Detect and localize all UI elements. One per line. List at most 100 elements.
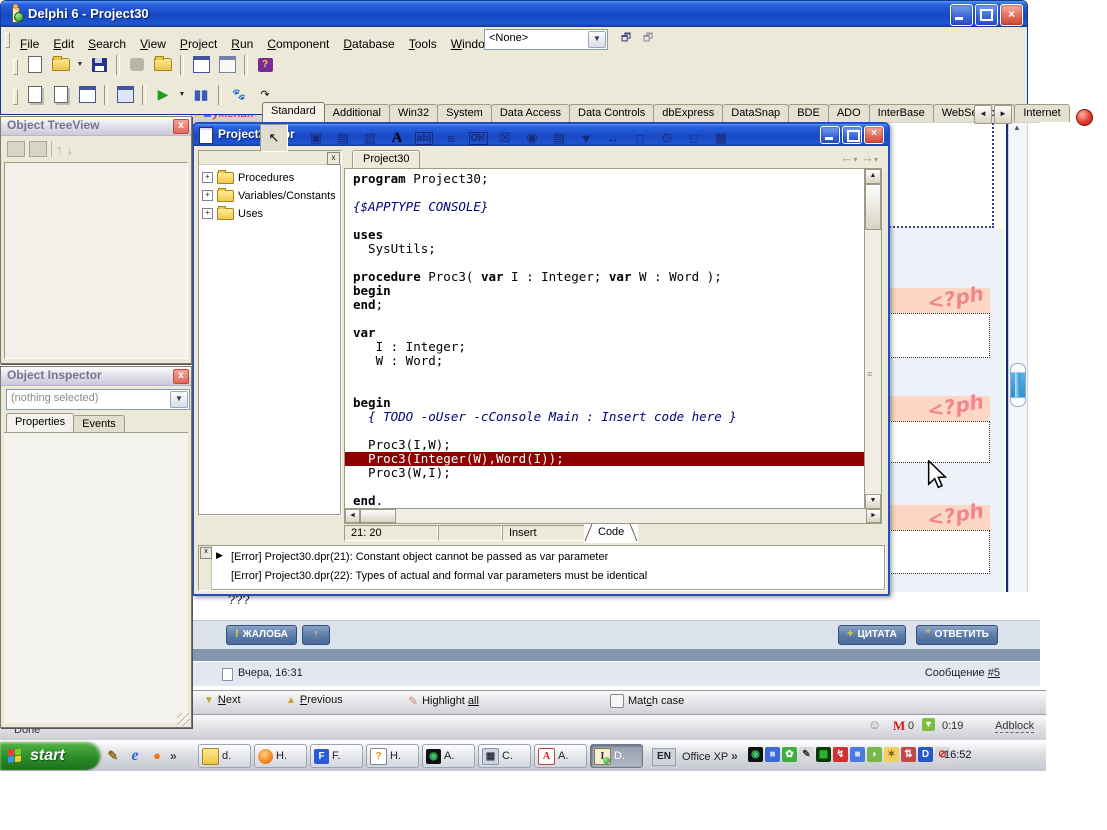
taskbar-button-eye[interactable]: ◉A. [422,744,475,768]
expand-plus-icon[interactable]: + [202,190,213,201]
view-unit-button[interactable] [23,83,47,106]
chevron-down-icon[interactable]: ▼ [170,391,188,408]
button-component-icon[interactable]: OK [465,125,491,151]
new-file-button[interactable] [23,53,47,76]
code-line-14[interactable]: W : Word; [353,354,865,368]
download-icon[interactable]: ▼ [922,718,935,731]
palette-tab-system[interactable]: System [437,104,492,122]
minimize-button[interactable] [950,4,973,26]
main-menu-component-icon[interactable]: ▤ [330,125,356,151]
expand-plus-icon[interactable]: + [202,208,213,219]
checkbox-icon[interactable] [610,694,624,708]
taskbar-button-firefox[interactable]: H. [254,744,307,768]
save-button[interactable] [87,53,111,76]
code-editor[interactable]: program Project30; {$APPTYPE CONSOLE} us… [344,168,865,510]
combo-box-component-icon[interactable]: ▼ [573,125,599,151]
code-line-2[interactable] [353,186,865,200]
set-debug-desktop-button[interactable]: 🗗 [638,29,658,48]
scrollbar-thumb[interactable] [865,184,881,230]
ie-icon[interactable]: e [126,747,144,765]
code-line-12[interactable]: var [353,326,865,340]
remove-from-project-button[interactable] [215,53,239,76]
palette-tab-win32[interactable]: Win32 [389,104,438,122]
edit-component-icon[interactable]: ab| [411,125,437,151]
palette-tab-ado[interactable]: ADO [828,104,870,122]
toggle-form-unit-button[interactable] [75,83,99,106]
group-box-component-icon[interactable]: □ [627,125,653,151]
frames-component-icon[interactable]: ▣ [303,125,329,151]
find-previous-button[interactable]: ▲Previous [286,694,343,706]
object-selector-combo[interactable]: (nothing selected) ▼ [6,389,190,410]
inspector-grid-area[interactable] [4,432,188,723]
language-indicator[interactable]: EN [652,748,676,766]
palette-tab-bde[interactable]: BDE [788,104,829,122]
checkbox-component-icon[interactable]: ☒ [492,125,518,151]
view-form-button[interactable] [49,83,73,106]
code-line-6[interactable]: SysUtils; [353,242,865,256]
nvidia-icon[interactable]: ◗ [867,747,882,762]
taskbar-button-fc[interactable]: FF. [310,744,363,768]
adblock-button[interactable]: Adblock [995,720,1034,733]
network-icon[interactable]: ■ [765,747,780,762]
move-down-icon[interactable]: ↓ [67,142,74,157]
network2-icon[interactable]: ■ [850,747,865,762]
code-line-11[interactable] [353,312,865,326]
close-button[interactable]: × [1000,4,1023,26]
quote-button[interactable]: +ЦИТАТА [838,625,906,645]
smiley-icon[interactable]: ☺ [868,717,881,732]
save-desktop-button[interactable]: 🗗 [616,29,636,48]
icq-flower-icon[interactable]: ✿ [782,747,797,762]
code-line-10[interactable]: end; [353,298,865,312]
object-treeview-titlebar[interactable]: Object TreeView x [1,117,191,136]
highlight-all-button[interactable]: ✎Highlight all [408,694,479,708]
help-contents-button[interactable]: ? [253,53,277,76]
code-line-17[interactable]: begin [353,396,865,410]
close-icon[interactable]: x [173,369,189,384]
error-message[interactable]: [Error] Project30.dpr(22): Types of actu… [231,567,647,585]
palette-scroll-right-icon[interactable]: ► [994,105,1012,124]
close-icon[interactable]: x [200,547,212,559]
open-dropdown-icon[interactable]: ▼ [75,53,85,76]
gmail-icon[interactable]: M [893,718,905,734]
firefox-icon[interactable]: ● [148,747,166,765]
start-button[interactable]: start [0,742,100,770]
toolbar-grip[interactable] [5,32,10,48]
toolbar-grip[interactable] [13,89,18,105]
taskbar-button-acrobat[interactable]: AA. [534,744,587,768]
palette-tab-standard[interactable]: Standard [262,102,325,122]
office-toolbar[interactable]: Office XP » [682,749,738,763]
code-view-tab[interactable]: Code [584,524,638,543]
code-line-21[interactable]: Proc3(Integer(W),Word(I)); [345,452,865,466]
match-case-checkbox[interactable]: Match case [610,694,684,708]
palette-tab-dbexpress[interactable]: dbExpress [653,104,723,122]
popup-menu-component-icon[interactable]: ▥ [357,125,383,151]
updown-arrows-icon[interactable]: ⇅ [901,747,916,762]
tree-item-variables-constants[interactable]: +Variables/Constants [202,187,336,204]
trace-into-button[interactable]: 🐾 [227,83,251,106]
code-line-4[interactable] [353,214,865,228]
run-button[interactable]: ▶ [151,83,175,106]
notes-icon[interactable]: ✎ [799,747,814,762]
code-line-24[interactable]: end. [353,494,865,508]
code-line-23[interactable] [353,480,865,494]
scrollbar-thumb[interactable] [360,509,396,523]
scrollbar-thumb[interactable] [1010,363,1026,407]
palette-tab-internet[interactable]: Internet [1014,104,1069,122]
tree-item-procedures[interactable]: +Procedures [202,169,294,186]
toolbar-grip[interactable] [13,59,18,75]
find-next-button[interactable]: ▼Next [204,694,241,706]
label-component-icon[interactable]: A [384,125,410,151]
radio-button-component-icon[interactable]: ◉ [519,125,545,151]
run-dropdown-icon[interactable]: ▼ [177,83,187,106]
code-line-18[interactable]: { TODO -oUser -cConsole Main : Insert co… [353,410,865,424]
code-line-13[interactable]: I : Integer; [353,340,865,354]
save-all-button[interactable] [125,53,149,76]
desktop-layout-combo[interactable]: <None> ▼ [484,29,608,50]
code-line-19[interactable] [353,424,865,438]
delete-item-button[interactable] [29,141,47,157]
code-line-7[interactable] [353,256,865,270]
taskbar-button-folder[interactable]: d. [198,744,251,768]
list-box-component-icon[interactable]: ▤ [546,125,572,151]
code-line-8[interactable]: procedure Proc3( var I : Integer; var W … [353,270,865,284]
scroll-right-icon[interactable]: ► [866,509,881,523]
